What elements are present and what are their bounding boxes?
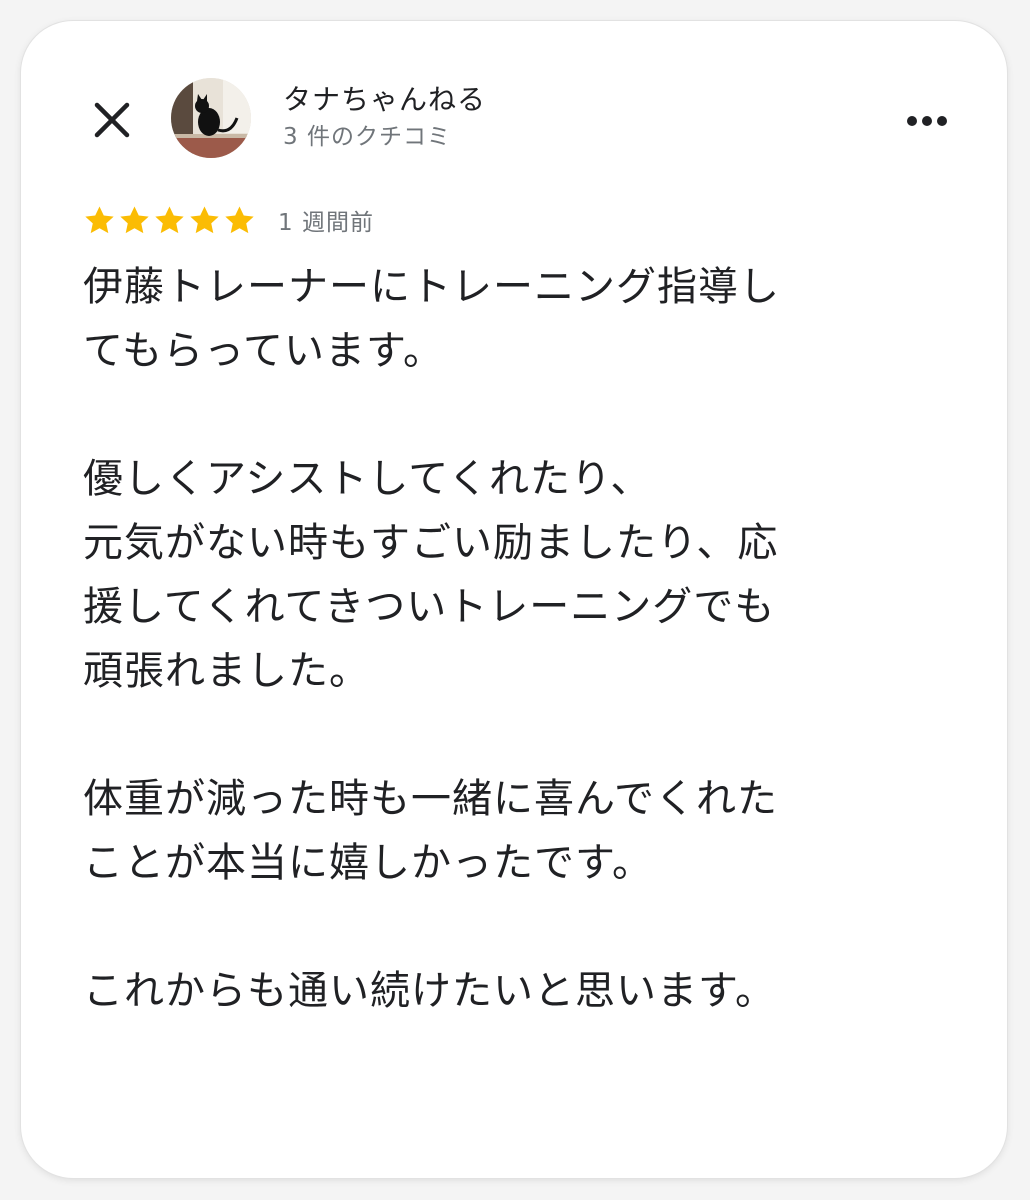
reviewer-info[interactable]: タナちゃんねる 3 件のクチコミ (283, 81, 486, 153)
review-line: 元気がない時もすごい励ましたり、応 (83, 520, 779, 566)
more-horiz-icon (907, 116, 947, 126)
review-card: タナちゃんねる 3 件のクチコミ 1 週間前 伊藤トレーナーにトレーニング指導し… (21, 21, 1007, 1178)
star-rating (83, 204, 256, 237)
star-icon (120, 205, 149, 233)
more-options-button[interactable] (899, 101, 955, 141)
review-line: 優しくアシストしてくれたり、 (83, 456, 652, 502)
close-button[interactable] (87, 95, 137, 145)
review-text: 伊藤トレーナーにトレーニング指導し てもらっています。優しくアシストしてくれたり、… (83, 255, 943, 1023)
review-time: 1 週間前 (278, 210, 374, 236)
review-paragraph: 優しくアシストしてくれたり、元気がない時もすごい励ましたり、応 援してくれてきつい… (83, 447, 943, 703)
star-icon (85, 205, 114, 233)
review-line: ことが本当に嬉しかったです。 (83, 840, 653, 886)
star-icon (155, 205, 184, 233)
review-line: 伊藤トレーナーにトレーニング指導し (83, 264, 780, 310)
review-line: これからも通い続けたいと思います。 (83, 968, 776, 1014)
reviewer-name[interactable]: タナちゃんねる (283, 81, 486, 119)
star-icon (190, 205, 219, 233)
review-line: 体重が減った時も一緒に喜んでくれた (83, 776, 778, 822)
reviewer-photo (171, 78, 251, 158)
rating-row: 1 週間前 (83, 202, 374, 238)
review-paragraph: 伊藤トレーナーにトレーニング指導し てもらっています。 (83, 255, 943, 383)
review-line: 援してくれてきついトレーニングでも (83, 584, 776, 630)
close-icon (94, 102, 130, 138)
review-paragraph: これからも通い続けたいと思います。 (83, 959, 943, 1023)
star-icon (225, 205, 254, 233)
review-line: 頑張れました。 (83, 648, 370, 694)
reviewer-review-count: 3 件のクチコミ (283, 124, 451, 150)
review-paragraph: 体重が減った時も一緒に喜んでくれた ことが本当に嬉しかったです。 (83, 767, 943, 895)
review-line: てもらっています。 (83, 328, 444, 374)
avatar[interactable] (171, 78, 251, 158)
